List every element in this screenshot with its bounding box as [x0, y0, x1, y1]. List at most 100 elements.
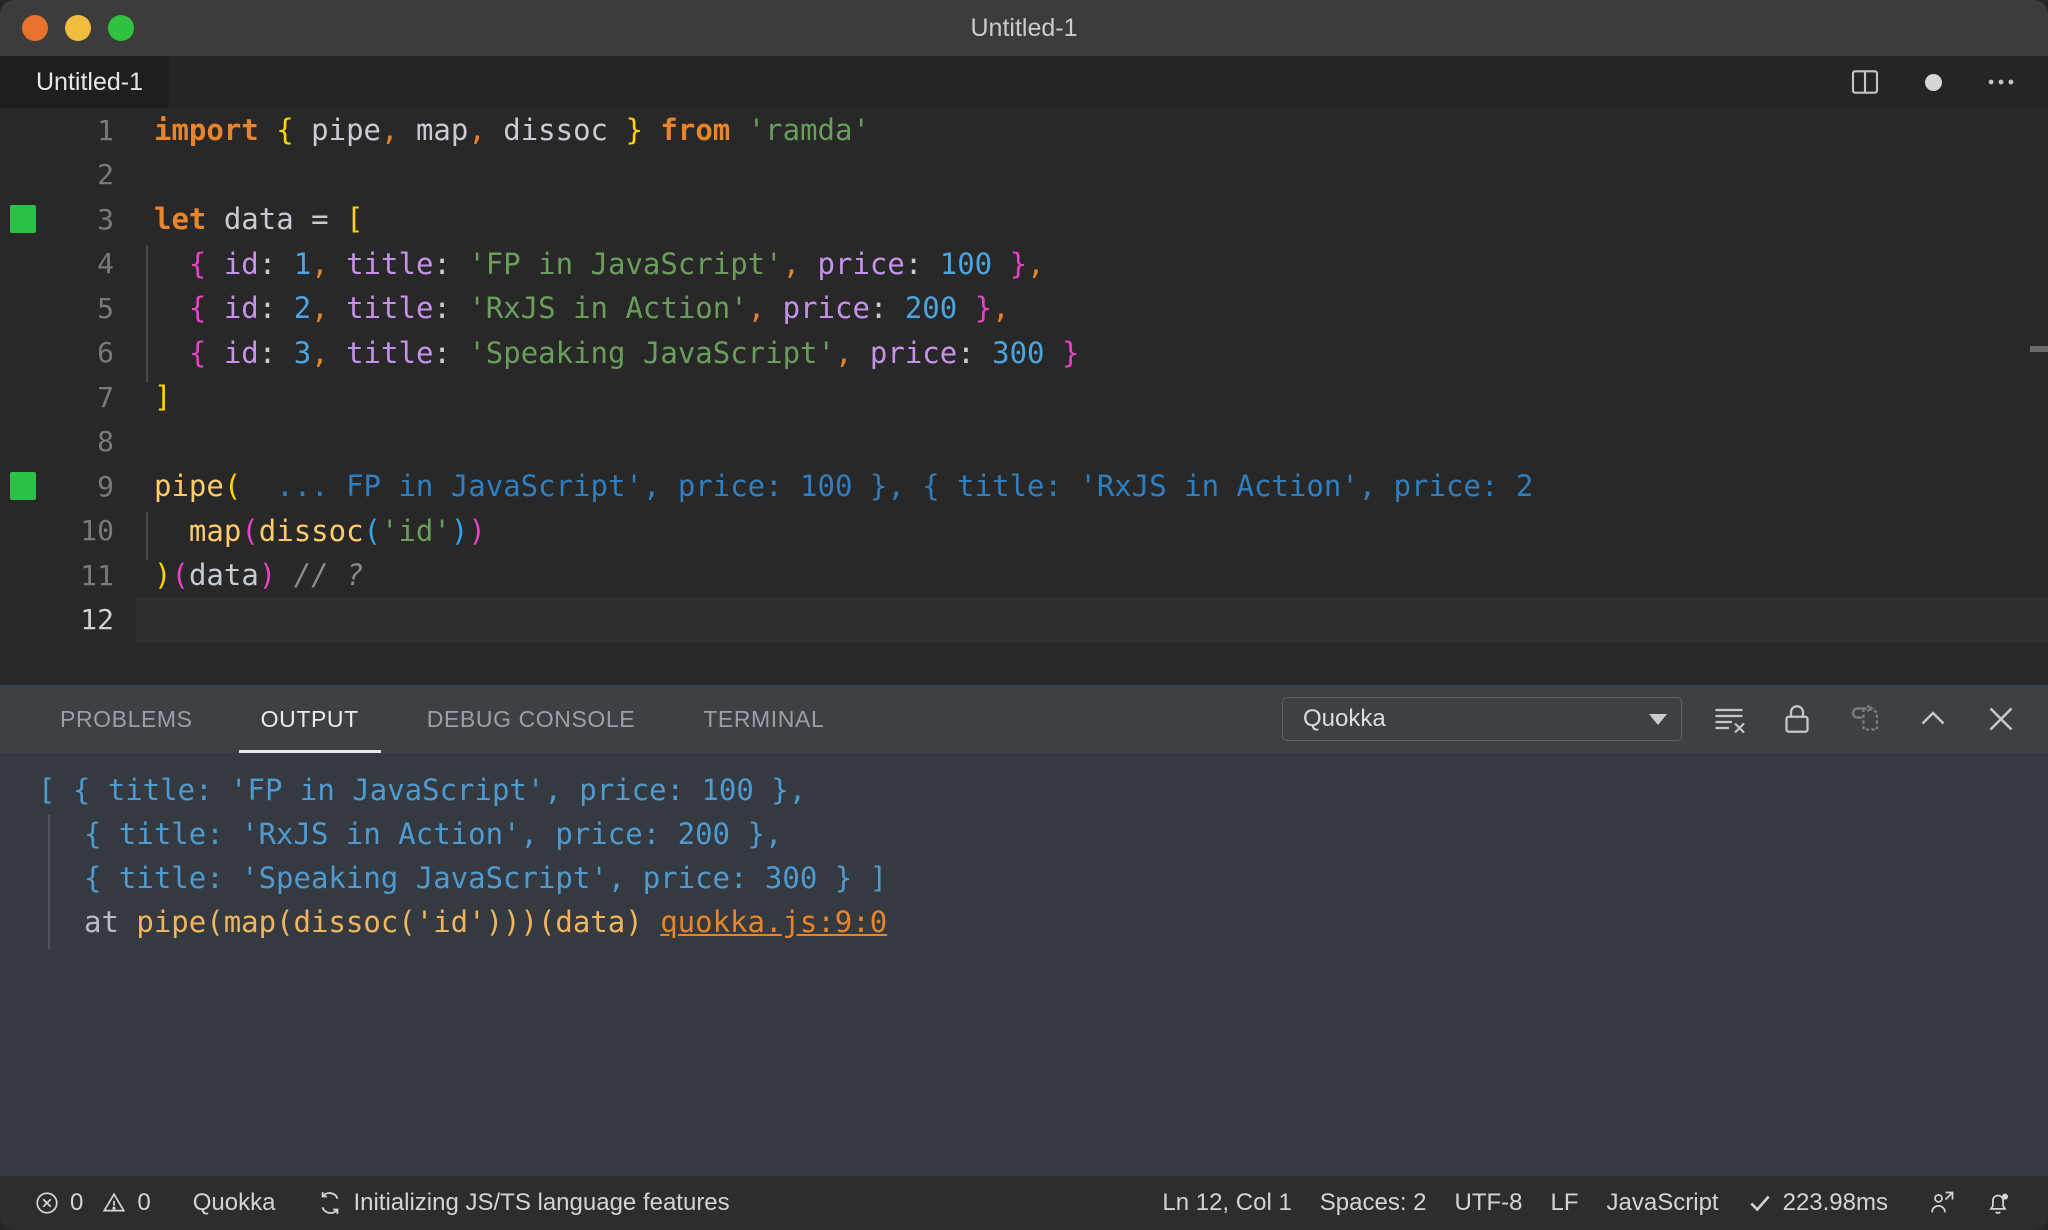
code-line-10: 10 map(dissoc('id')) — [0, 509, 2048, 560]
status-bar: 0 0 Quokka Initializing JS/TS language f… — [0, 1176, 2048, 1230]
code-content: let data = [ — [136, 202, 2048, 236]
token-pipe: pipe — [293, 113, 382, 148]
token-paren-close: ) — [258, 558, 277, 593]
token-paren-open: ( — [363, 513, 382, 548]
code-line-9: 9 pipe( ... FP in JavaScript', price: 10… — [0, 464, 2048, 509]
line-number: 4 — [97, 247, 114, 281]
token-colon: : — [258, 291, 294, 326]
code-editor[interactable]: 1 import { pipe, map, dissoc } from 'ram… — [0, 108, 2048, 685]
panel-tab-debug-console[interactable]: DEBUG CONSOLE — [405, 685, 657, 753]
status-language-mode[interactable]: JavaScript — [1593, 1189, 1733, 1217]
status-remote-account[interactable] — [1902, 1189, 1970, 1217]
lock-scroll-icon[interactable] — [1778, 700, 1816, 738]
status-encoding-label: UTF-8 — [1454, 1189, 1523, 1216]
clear-output-icon[interactable] — [1710, 700, 1748, 738]
status-problems[interactable]: 0 0 — [20, 1189, 165, 1217]
token-price-value: 100 — [939, 246, 993, 281]
token-key-price: price — [852, 335, 958, 370]
quokka-inline-annotation: FP in JavaScript', price: 100 }, { title… — [328, 469, 1534, 504]
token-colon: : — [258, 246, 294, 281]
more-actions-icon[interactable] — [1984, 65, 2018, 99]
token-brace-close: } — [625, 113, 643, 148]
panel-tab-problems[interactable]: PROBLEMS — [38, 685, 215, 753]
token-colon: : — [433, 291, 469, 326]
token-map-call: map — [188, 513, 242, 548]
token-brace-close: } — [992, 246, 1028, 281]
output-source-link[interactable]: quokka.js:9:0 — [660, 905, 887, 939]
token-comma: , — [747, 291, 766, 326]
token-from: from — [642, 113, 748, 148]
token-colon: : — [869, 291, 905, 326]
line-number: 5 — [97, 291, 114, 325]
panel-tab-label: OUTPUT — [260, 705, 359, 732]
status-task[interactable]: Initializing JS/TS language features — [303, 1189, 743, 1217]
token-key-title: title — [328, 335, 434, 370]
token-assign: = — [311, 202, 347, 237]
error-count: 0 — [70, 1189, 84, 1216]
token-import: import — [154, 113, 259, 148]
code-content: )(data) // ? — [136, 558, 2048, 592]
code-content: pipe( ... FP in JavaScript', price: 100 … — [136, 469, 2048, 503]
code-line-1: 1 import { pipe, map, dissoc } from 'ram… — [0, 108, 2048, 153]
code-line-8: 8 — [0, 420, 2048, 465]
open-in-editor-icon[interactable] — [1846, 700, 1884, 738]
status-indentation[interactable]: Spaces: 2 — [1306, 1189, 1441, 1217]
editor-tab-untitled-1[interactable]: Untitled-1 — [0, 56, 169, 108]
panel-tab-terminal[interactable]: TERMINAL — [681, 685, 846, 753]
editor-tab-bar: Untitled-1 — [0, 56, 2048, 108]
panel-tab-output[interactable]: OUTPUT — [238, 685, 381, 753]
minimize-window-button[interactable] — [65, 15, 91, 41]
status-quokka[interactable]: Quokka — [179, 1189, 290, 1217]
output-line: [ { title: 'FP in JavaScript', price: 10… — [0, 773, 2048, 817]
token-comma: , — [1027, 246, 1045, 281]
token-colon: : — [904, 246, 940, 281]
token-id-value: 2 — [293, 291, 312, 326]
token-key-id: id — [206, 335, 259, 370]
editor-tab-label: Untitled-1 — [36, 67, 143, 96]
token-key-title: title — [328, 246, 434, 281]
editor-scrollbar[interactable] — [2030, 346, 2048, 352]
token-brace-open: { — [188, 291, 207, 326]
split-editor-icon[interactable] — [1848, 65, 1882, 99]
token-paren-close: ) — [450, 513, 469, 548]
token-key-id: id — [206, 291, 259, 326]
output-channel-select[interactable]: Quokka — [1282, 697, 1682, 741]
check-icon — [1747, 1190, 1773, 1216]
token-comma: , — [834, 335, 853, 370]
output-line: { title: 'RxJS in Action', price: 200 }, — [0, 815, 2048, 861]
output-content[interactable]: [ { title: 'FP in JavaScript', price: 10… — [0, 753, 2048, 1176]
status-notifications[interactable] — [1970, 1189, 2026, 1217]
sync-icon — [317, 1190, 343, 1216]
token-key-price: price — [800, 246, 905, 281]
token-map: map — [398, 113, 469, 148]
maximize-window-button[interactable] — [108, 15, 134, 41]
warning-count: 0 — [137, 1189, 151, 1216]
output-text: { title: 'FP in JavaScript', price: 100 … — [72, 773, 807, 807]
token-colon: : — [433, 246, 469, 281]
tab-bar-spacer — [169, 56, 1848, 108]
status-eol[interactable]: LF — [1537, 1189, 1593, 1217]
maximize-panel-icon[interactable] — [1914, 700, 1952, 738]
quokka-run-marker — [0, 205, 46, 234]
bottom-panel: PROBLEMS OUTPUT DEBUG CONSOLE TERMINAL Q… — [0, 685, 2048, 1176]
token-id-value: 1 — [293, 246, 312, 281]
status-cursor-position[interactable]: Ln 12, Col 1 — [1148, 1189, 1305, 1217]
close-panel-icon[interactable] — [1982, 700, 2020, 738]
token-paren-open: ( — [241, 513, 259, 548]
status-encoding[interactable]: UTF-8 — [1441, 1189, 1537, 1217]
token-paren-close: ) — [468, 513, 486, 548]
status-quokka-label: Quokka — [192, 1189, 276, 1216]
token-colon: : — [433, 335, 469, 370]
token-comma: , — [311, 291, 329, 326]
token-id-value: 3 — [293, 335, 312, 370]
unsaved-dot-icon[interactable] — [1916, 65, 1950, 99]
line-number: 12 — [80, 603, 114, 637]
line-number: 1 — [97, 113, 114, 147]
close-window-button[interactable] — [22, 15, 48, 41]
bell-icon — [1984, 1189, 2012, 1217]
status-indent-label: Spaces: 2 — [1319, 1189, 1427, 1216]
code-content: import { pipe, map, dissoc } from 'ramda… — [136, 113, 2048, 147]
status-runtime[interactable]: 223.98ms — [1733, 1189, 1902, 1217]
token-price-value: 200 — [904, 291, 958, 326]
token-pipe-call: pipe — [154, 469, 224, 504]
